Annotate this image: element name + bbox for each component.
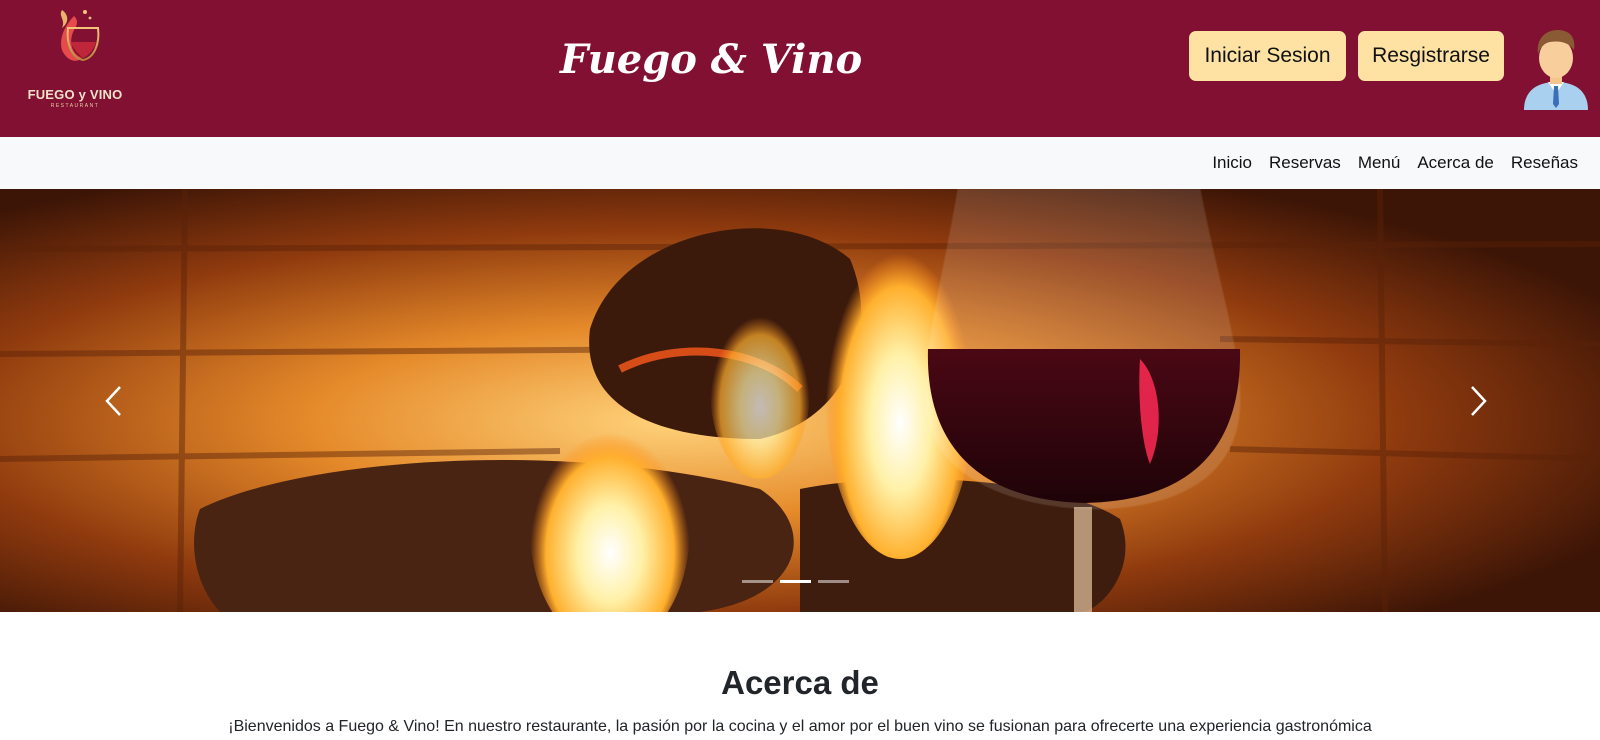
user-avatar-icon[interactable] (1520, 24, 1592, 110)
about-paragraph: ¡Bienvenidos a Fuego & Vino! En nuestro … (228, 718, 1372, 735)
nav-item-menu[interactable]: Menú (1358, 153, 1401, 173)
carousel-prev-button[interactable] (64, 189, 164, 612)
chevron-left-icon (105, 385, 121, 416)
about-heading: Acerca de (721, 664, 879, 701)
chevron-right-icon (1471, 385, 1487, 416)
carousel-indicator-2[interactable] (780, 580, 811, 583)
carousel-next-button[interactable] (1428, 189, 1528, 612)
fireplace-wine-image (0, 189, 1600, 612)
nav-links: Inicio Reservas Menú Acerca de Reseñas (1195, 137, 1578, 189)
login-button[interactable]: Iniciar Sesion (1189, 31, 1346, 81)
wine-glass-logo-icon (60, 10, 100, 83)
nav-item-acerca-de[interactable]: Acerca de (1417, 153, 1494, 173)
restaurant-logo[interactable]: FUEGO y VINO RESTAURANT (22, 2, 128, 112)
nav-item-reservas[interactable]: Reservas (1269, 153, 1341, 173)
carousel-indicators (742, 580, 856, 583)
site-header: FUEGO y VINO RESTAURANT Fuego & Vino Ini… (0, 0, 1600, 137)
main-navbar: Inicio Reservas Menú Acerca de Reseñas (0, 137, 1600, 189)
nav-item-inicio[interactable]: Inicio (1212, 153, 1252, 173)
hero-carousel[interactable] (0, 189, 1600, 612)
carousel-indicator-3[interactable] (818, 580, 849, 583)
nav-item-resenas[interactable]: Reseñas (1511, 153, 1578, 173)
logo-brand-subtext: RESTAURANT (50, 103, 100, 109)
carousel-indicator-1[interactable] (742, 580, 773, 583)
register-button[interactable]: Resgistrarse (1358, 31, 1504, 81)
logo-brand-text: FUEGO y VINO (27, 87, 123, 102)
site-title: Fuego & Vino (560, 36, 863, 83)
